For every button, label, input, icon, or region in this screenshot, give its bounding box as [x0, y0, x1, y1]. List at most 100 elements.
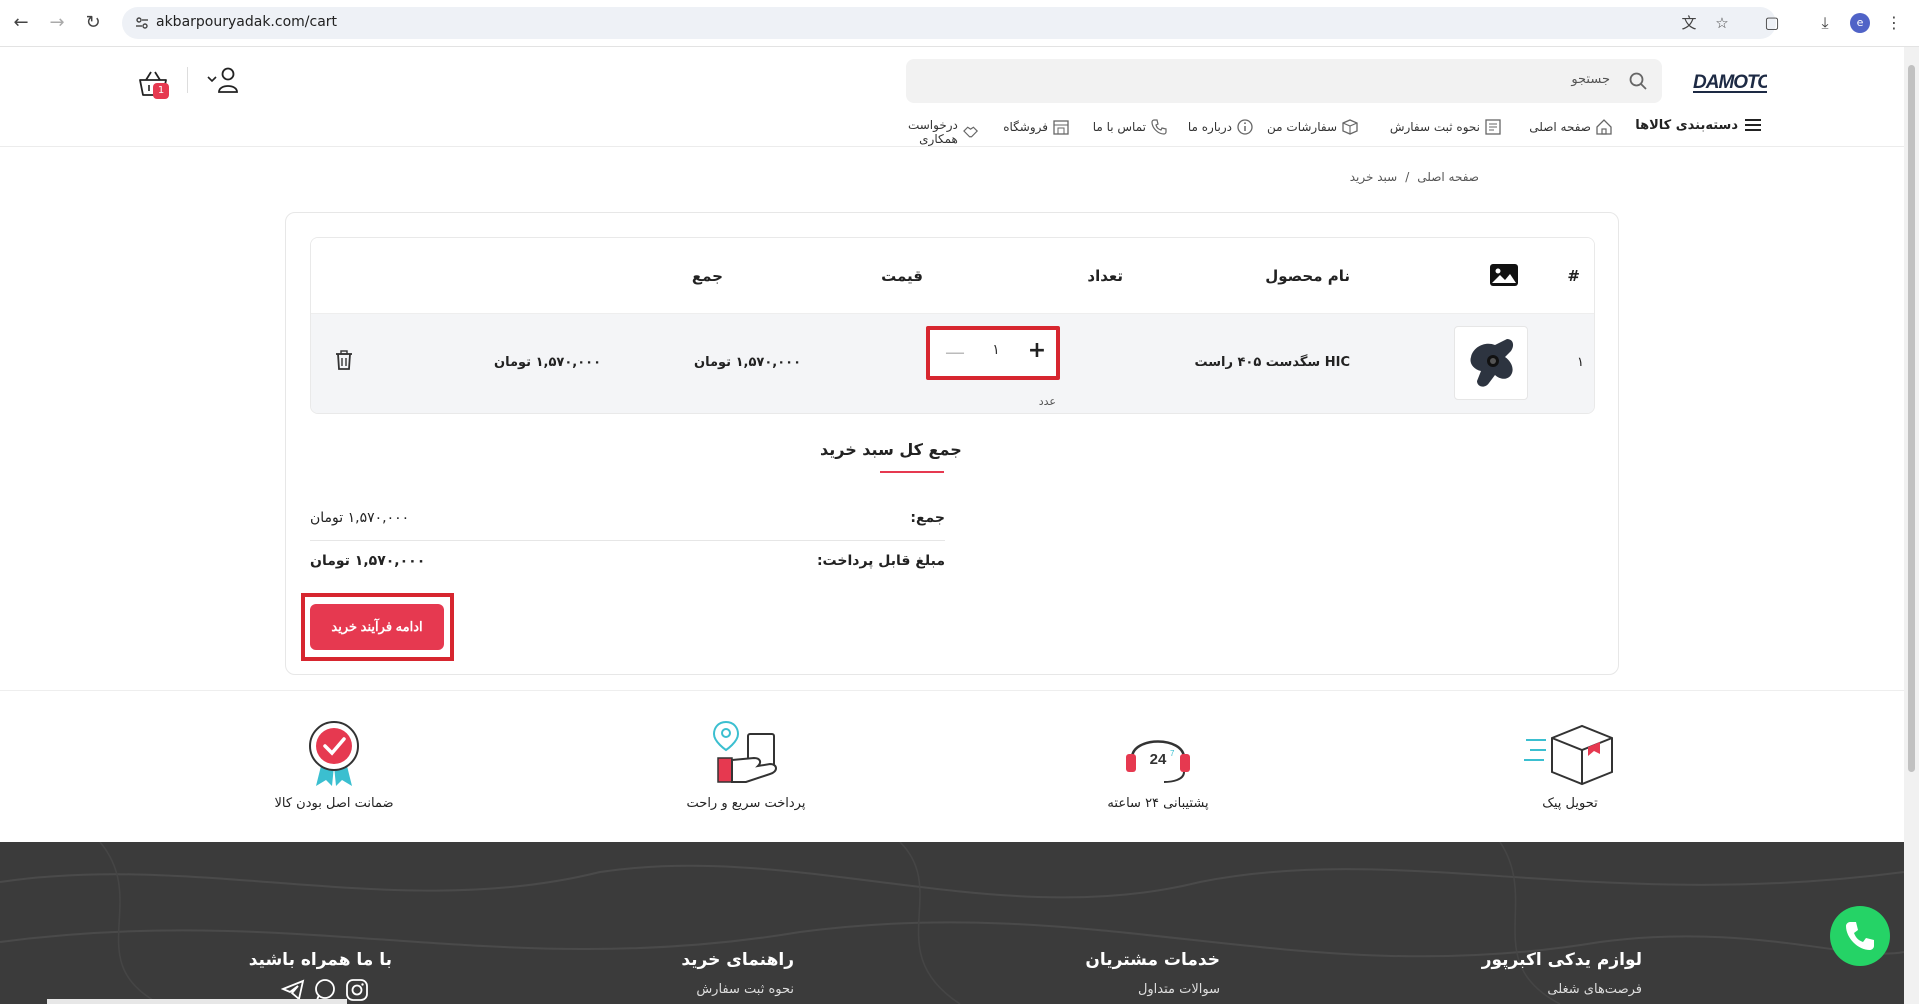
footer-col-purchase-guide-title: راهنمای خرید: [681, 950, 794, 970]
header-divider: [0, 146, 1904, 147]
nav-about[interactable]: درباره ما: [1188, 118, 1254, 136]
profile-avatar[interactable]: e: [1850, 13, 1870, 33]
phone-icon: [1151, 119, 1167, 135]
cart-table-header: # نام محصول تعداد قیمت جمع: [311, 238, 1594, 314]
payable-label: مبلغ قابل پرداخت:: [816, 553, 945, 569]
support-24-icon: 24 7: [1126, 740, 1190, 783]
translate-icon[interactable]: 文: [1679, 13, 1699, 33]
nav-contact-label: تماس با ما: [1092, 120, 1146, 134]
svg-text:7: 7: [1170, 749, 1175, 758]
footer-order-guide-link[interactable]: نحوه ثبت سفارش: [681, 982, 794, 997]
product-thumbnail[interactable]: [1454, 326, 1528, 400]
trash-icon[interactable]: [335, 350, 353, 370]
feature-guarantee: ضمانت اصل بودن کالا: [244, 718, 424, 811]
footer-col-customer-service-title: خدمات مشتریان: [1085, 950, 1220, 970]
breadcrumb: صفحه اصلی / سبد خرید: [1350, 170, 1479, 184]
instagram-icon[interactable]: [345, 978, 369, 1002]
nav-order-guide-label: نحوه ثبت سفارش: [1389, 120, 1480, 134]
nav-home-label: صفحه اصلی: [1529, 120, 1591, 134]
info-icon: [1237, 119, 1253, 135]
handshake-icon: [962, 126, 978, 138]
footer-jobs-link[interactable]: فرصت‌های شغلی: [1482, 982, 1642, 997]
feature-guarantee-label: ضمانت اصل بودن کالا: [274, 796, 394, 811]
feature-support: 24 7 پشتیبانی ۲۴ ساعته: [1068, 718, 1248, 811]
reload-icon[interactable]: ↻: [82, 12, 104, 34]
row-index: ۱: [1577, 355, 1584, 370]
fast-payment-icon: [712, 720, 777, 783]
quantity-unit: عدد: [1038, 395, 1056, 408]
subtotal-label: جمع:: [910, 510, 945, 526]
delivery-box-icon: [1524, 724, 1613, 786]
payable-value: ۱,۵۷۰,۰۰۰ تومان: [310, 553, 426, 569]
nav-store-label: فروشگاه: [1003, 120, 1048, 134]
footer-col-customer-service: خدمات مشتریان سوالات متداول: [1085, 950, 1220, 997]
decrease-quantity-button[interactable]: —: [944, 341, 966, 363]
main-nav: دسته‌بندی کالاها صفحه اصلی نحوه ثبت سفار…: [870, 115, 1762, 146]
col-index-header: #: [1567, 267, 1580, 285]
image-icon: [1490, 264, 1518, 286]
col-price-header: قیمت: [881, 267, 923, 285]
page-scrollbar[interactable]: [1904, 47, 1919, 1004]
breadcrumb-current: سبد خرید: [1349, 170, 1398, 184]
nav-home[interactable]: صفحه اصلی: [1529, 118, 1613, 136]
cart-count-badge: 1: [153, 83, 169, 99]
user-account-icon[interactable]: [206, 66, 240, 94]
store-icon: [1053, 120, 1069, 135]
steering-knuckle-image: [1470, 339, 1514, 387]
product-total: ۱,۵۷۰,۰۰۰ تومان: [493, 355, 601, 370]
guarantee-badge-icon: [309, 721, 359, 786]
search-icon[interactable]: [1628, 71, 1648, 91]
forward-arrow-icon[interactable]: →: [46, 12, 68, 34]
col-quantity-header: تعداد: [1087, 267, 1123, 285]
header-separator: [187, 67, 188, 93]
address-bar[interactable]: akbarpouryadak.com/cart 文 ☆: [122, 7, 1776, 39]
browser-menu-icon[interactable]: ⋮: [1883, 12, 1905, 34]
checkout-button[interactable]: ادامه فرآیند خرید: [310, 604, 444, 650]
nav-contact[interactable]: تماس با ما: [1093, 118, 1168, 136]
product-price: ۱,۵۷۰,۰۰۰ تومان: [693, 355, 801, 370]
nav-store[interactable]: فروشگاه: [1003, 118, 1070, 136]
col-total-header: جمع: [691, 267, 723, 285]
scrollbar-thumb[interactable]: [1908, 65, 1915, 772]
svg-text:24: 24: [1150, 751, 1167, 768]
feature-delivery-label: تحویل پیک: [1542, 796, 1598, 811]
order-guide-icon: [1485, 119, 1501, 135]
download-icon[interactable]: ⤓: [1814, 12, 1836, 34]
increase-quantity-button[interactable]: +: [1026, 340, 1048, 362]
extensions-icon[interactable]: ▢: [1761, 12, 1783, 34]
feature-delivery: تحویل پیک: [1480, 718, 1660, 811]
summary-underline: [880, 471, 944, 473]
footer-col-social-title: با ما همراه باشید: [248, 950, 392, 970]
product-name[interactable]: سگدست ۴۰۵ راست HIC: [1194, 355, 1350, 370]
features-divider: [0, 690, 1904, 691]
back-arrow-icon[interactable]: ←: [10, 12, 32, 34]
summary-title: جمع کل سبد خرید: [820, 440, 962, 459]
footer-col-company-title: لوازم یدکی اکبرپور: [1481, 950, 1642, 970]
nav-cooperation-label: درخواست همکاری: [907, 118, 958, 146]
footer-col-company: لوازم یدکی اکبرپور فرصت‌های شغلی: [1482, 950, 1642, 997]
bookmark-star-icon[interactable]: ☆: [1712, 13, 1732, 33]
nav-categories[interactable]: دسته‌بندی کالاها: [1635, 117, 1762, 133]
home-icon: [1596, 119, 1612, 135]
quantity-stepper[interactable]: — ۱ +: [926, 326, 1060, 380]
nav-order-guide[interactable]: نحوه ثبت سفارش: [1390, 118, 1502, 136]
url-text[interactable]: akbarpouryadak.com/cart: [156, 14, 337, 30]
browser-toolbar: ← → ↻ akbarpouryadak.com/cart 文 ☆ ▢ ⤓ e …: [0, 0, 1919, 47]
site-info-icon[interactable]: [134, 15, 150, 31]
breadcrumb-home[interactable]: صفحه اصلی: [1417, 170, 1479, 184]
bottom-strip: [47, 999, 347, 1004]
search-placeholder: جستجو: [1571, 72, 1610, 87]
nav-cooperation[interactable]: درخواست همکاری: [870, 118, 979, 146]
search-input[interactable]: جستجو: [906, 59, 1662, 103]
whatsapp-float-button[interactable]: [1830, 906, 1890, 966]
menu-icon: [1745, 119, 1761, 131]
nav-categories-label: دسته‌بندی کالاها: [1635, 117, 1738, 133]
quantity-value[interactable]: ۱: [986, 342, 1006, 358]
col-name-header: نام محصول: [1265, 267, 1350, 285]
nav-my-orders[interactable]: سفارشات من: [1267, 118, 1359, 136]
site-logo[interactable]: DAMOTOR: [1693, 68, 1767, 94]
footer-col-social: با ما همراه باشید: [249, 950, 392, 970]
subtotal-value: ۱,۵۷۰,۰۰۰ تومان: [310, 510, 410, 526]
nav-about-label: درباره ما: [1187, 120, 1232, 134]
footer-faq-link[interactable]: سوالات متداول: [1085, 982, 1220, 997]
